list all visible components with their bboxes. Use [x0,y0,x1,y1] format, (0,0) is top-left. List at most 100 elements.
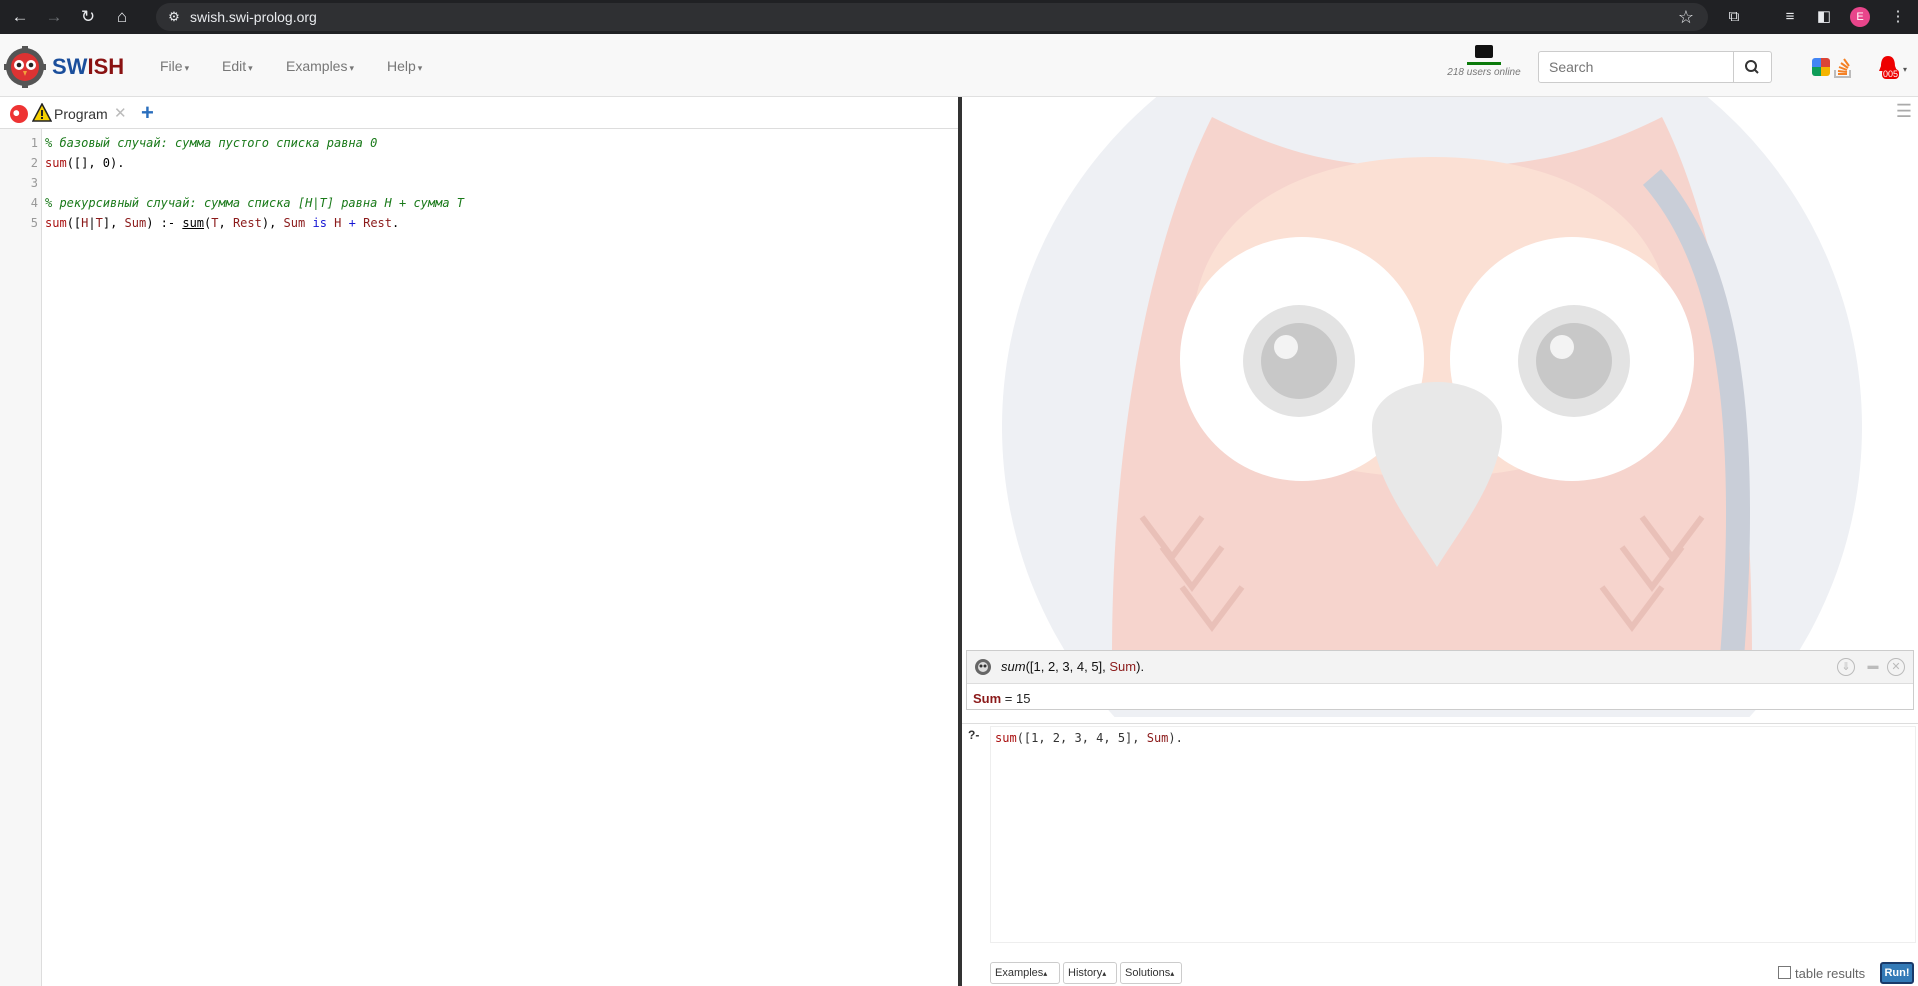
code-token: sum [45,156,67,170]
online-bar [1467,62,1501,65]
answer-query: sum([1, 2, 3, 4, 5], Sum). [1001,659,1144,674]
google-login-icon[interactable] [1812,58,1830,76]
swish-navbar: SWISH File ▾ Edit ▾ Examples ▾ Help ▾ 218 us… [0,34,1918,97]
query-text[interactable]: sum([1, 2, 3, 4, 5], Sum). [995,731,1183,745]
code-line: 1 % базовый случай: сумма пустого списка … [0,133,950,153]
menu-examples[interactable]: Examples ▾ [286,58,354,74]
minimize-icon[interactable]: ▬ [1865,658,1881,674]
history-button[interactable]: History▴ [1063,962,1117,984]
code-token: % базовый случай: сумма пустого списка р… [45,136,378,150]
chevron-down-icon: ▾ [1903,65,1908,74]
line-number: 3 [30,176,38,190]
extensions-icon[interactable]: ⧉ [1724,7,1744,27]
warning-icon [32,103,52,122]
code-token: ([], 0). [66,156,125,170]
chevron-up-icon: ▴ [1043,969,1048,978]
forward-icon[interactable]: → [44,7,64,27]
side-panel-icon[interactable]: ◧ [1814,7,1834,27]
table-results-toggle[interactable]: table results [1778,966,1865,981]
menu-file[interactable]: File ▾ [160,58,189,74]
code-token: Sum [124,216,147,230]
close-icon[interactable]: ✕ [114,104,127,122]
query-input[interactable]: sum([1, 2, 3, 4, 5], Sum). [990,726,1916,943]
reload-icon[interactable]: ↻ [78,7,98,27]
code-token: % рекурсивный случай: сумма списка [H|T]… [45,196,465,210]
search-icon [1745,60,1759,74]
browser-toolbar: ← → ↻ ⌂ ⚙ swish.swi-prolog.org ☆ ⧉ ≡ ◧ E… [0,0,1918,34]
code-token: Sum [283,216,306,230]
code-editor[interactable]: 1 % базовый случай: сумма пустого списка … [0,133,950,233]
code-token: T [95,216,103,230]
answer-header: sum([1, 2, 3, 4, 5], Sum). ⇓ ▬ ✕ [967,651,1913,684]
code-token: ). [1168,731,1183,745]
chevron-down-icon: ▾ [349,63,354,73]
menu-file-label: File [160,58,183,74]
users-online-count: 218 users online [1447,67,1521,78]
code-token: ([1, 2, 3, 4, 5], [1016,731,1147,745]
url-text[interactable]: swish.swi-prolog.org [190,9,317,25]
code-token: , [218,216,233,230]
swish-logo-icon[interactable] [4,46,46,88]
program-editor-panel: Program ✕ + 1 % базовый случай: сумма пус… [0,97,958,986]
result-value: = 15 [1001,691,1031,706]
answer-pane: sum([1, 2, 3, 4, 5], Sum). ⇓ ▬ ✕ Sum = 1… [966,650,1914,710]
code-token: sum [45,216,67,230]
table-results-label: table results [1795,966,1866,981]
search-input[interactable] [1538,51,1734,83]
table-results-checkbox[interactable] [1778,966,1791,979]
tab-program[interactable]: Program ✕ [6,100,130,126]
back-icon[interactable]: ← [10,7,30,27]
answer-query-args: ([1, 2, 3, 4, 5], [1025,659,1110,674]
search-button[interactable] [1734,51,1772,83]
answer-result: Sum = 15 [973,691,1030,706]
download-icon[interactable]: ⇓ [1837,658,1855,676]
owl-background-icon [1002,97,1862,717]
line-number: 2 [30,156,38,170]
code-token: Sum [1146,731,1169,745]
tab-program-label: Program [54,106,108,122]
menu-help[interactable]: Help ▾ [387,58,422,74]
bookmark-star-icon[interactable]: ☆ [1678,7,1694,28]
profile-avatar[interactable]: E [1850,7,1870,27]
menu-examples-label: Examples [286,58,348,74]
new-tab-plus-icon[interactable]: + [141,100,154,126]
notification-count: 005 [1882,69,1900,79]
browser-menu-icon[interactable]: ⋮ [1888,7,1908,27]
solutions-button[interactable]: Solutions▴ [1120,962,1182,984]
menu-icon[interactable]: ☰ [1896,101,1912,122]
notifications-button[interactable]: 005 ▾ [1876,55,1907,81]
line-number: 1 [30,136,38,150]
gear-icon [975,659,991,675]
brand-title[interactable]: SWISH [52,54,124,80]
query-prompt: ?- [968,728,980,742]
chevron-down-icon: ▾ [248,63,253,73]
media-queue-icon[interactable]: ≡ [1780,7,1800,27]
home-icon[interactable]: ⌂ [112,7,132,27]
examples-button[interactable]: Examples▴ [990,962,1060,984]
results-panel: ☰ sum([1, 2, 3, 4, 5], Sum). ⇓ ▬ ✕ Sum =… [962,97,1918,986]
code-token: | [88,216,96,230]
code-token: Rest [363,216,392,230]
run-button[interactable]: Run! [1880,962,1914,984]
menu-edit-label: Edit [222,58,247,74]
answer-query-fn: sum [1001,659,1026,674]
chevron-down-icon: ▾ [417,63,423,73]
site-info-icon[interactable]: ⚙ [166,9,182,25]
code-token: sum [995,731,1017,745]
chevron-up-icon: ▴ [1102,969,1107,978]
menu-edit[interactable]: Edit ▾ [222,58,253,74]
users-online-indicator[interactable]: 218 users online [1446,42,1522,78]
address-bar[interactable]: ⚙ swish.swi-prolog.org ☆ [156,3,1708,31]
close-icon[interactable]: ✕ [1887,658,1905,676]
line-number: 4 [30,196,38,210]
user-robot-icon [1475,45,1493,58]
code-token: ([ [66,216,82,230]
code-token: is [312,216,327,230]
code-line: 5 sum([H|T], Sum) :- sum(T, Rest), Sum is… [0,213,950,233]
code-line: 2 sum([], 0). [0,153,950,173]
code-line: 4 % рекурсивный случай: сумма списка [H|T… [0,193,950,213]
editor-tabbar: Program ✕ + [0,97,958,129]
stackoverflow-icon[interactable] [1832,55,1854,79]
